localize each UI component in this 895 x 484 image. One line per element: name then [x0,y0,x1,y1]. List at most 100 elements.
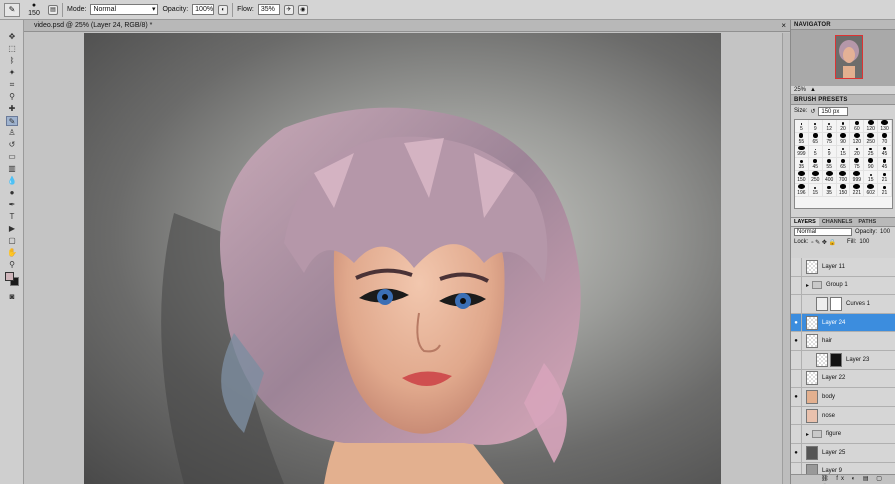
navigator-zoom-bar[interactable]: 25% ▲ [791,86,895,95]
size-pressure-icon[interactable]: ◉ [297,4,308,15]
shape-tool-icon[interactable]: ▢ [6,236,18,246]
brush-preset[interactable]: 45 [808,158,823,172]
brush-preset[interactable]: 400 [822,171,837,184]
brush-preset[interactable]: 90 [836,132,851,146]
navigator-preview[interactable] [791,30,895,86]
brush-preset[interactable]: 150 [795,171,809,184]
opacity-field[interactable]: 100% [192,4,215,15]
quick-select-tool-icon[interactable]: ✦ [6,68,18,78]
marquee-tool-icon[interactable]: ⬚ [6,44,18,54]
layer-row[interactable]: ▸ figure [791,425,895,444]
tab-paths[interactable]: PATHS [855,218,879,226]
brush-preset[interactable]: 999 [795,145,809,159]
layer-row[interactable]: ▸ Group 1 [791,276,895,296]
brush-preset[interactable]: 12 [822,120,837,133]
mode-select[interactable]: Normal ▾ [90,4,159,15]
quick-mask-icon[interactable]: ◙ [6,292,18,302]
brush-preset[interactable]: 75 [850,158,865,172]
canvas[interactable] [84,33,721,484]
tab-channels[interactable]: CHANNELS [819,218,856,226]
brush-preset[interactable]: 196 [795,183,809,197]
fill-value[interactable]: 100 [859,239,869,245]
tab-layers[interactable]: LAYERS [791,218,819,226]
brush-preset[interactable]: 70 [878,132,892,146]
close-icon[interactable]: × [781,20,786,31]
brush-panel-toggle-icon[interactable]: ▤ [48,4,58,15]
brush-preset[interactable]: 150 [836,183,851,197]
foreground-color-swatch[interactable] [5,272,14,281]
flow-field[interactable]: 35% [257,4,280,15]
visibility-toggle[interactable] [791,369,802,388]
brush-preset[interactable]: 9 [822,145,837,159]
brush-preset[interactable]: 55 [795,132,809,146]
brush-preset[interactable]: 250 [864,132,879,146]
visibility-toggle[interactable] [791,425,802,444]
eyedropper-tool-icon[interactable]: ⚲ [6,92,18,102]
chevron-right-icon[interactable]: ▸ [806,431,809,438]
visibility-toggle[interactable] [791,276,802,295]
layer-row[interactable]: Curves 1 [791,294,895,314]
brush-preset[interactable]: 5 [808,145,823,159]
brush-preset[interactable]: 45 [878,145,892,159]
layer-opacity-value[interactable]: 100 [880,229,890,235]
lock-icons[interactable]: ▫ ✎ ✥ 🔒 [811,239,836,246]
layer-row[interactable]: ● hair [791,332,895,351]
brush-preset[interactable]: 120 [850,132,865,146]
dodge-tool-icon[interactable]: ● [6,188,18,198]
brush-preset[interactable]: 35 [822,183,837,197]
brush-preset[interactable]: 20 [836,120,851,133]
brush-preset[interactable]: 5 [795,120,809,133]
brush-preset[interactable]: 35 [795,158,809,172]
hand-tool-icon[interactable]: ✋ [6,248,18,258]
lasso-tool-icon[interactable]: ᛔ [6,56,18,66]
visibility-toggle[interactable] [791,257,802,276]
history-brush-tool-icon[interactable]: ↺ [6,140,18,150]
brush-presets-panel-title[interactable]: BRUSH PRESETS [791,95,895,105]
brush-preset[interactable]: 21 [878,183,892,197]
brush-preset[interactable]: 65 [836,158,851,172]
brush-preset[interactable]: 20 [850,145,865,159]
brush-preset[interactable]: 221 [850,183,865,197]
brush-preset[interactable]: 700 [836,171,851,184]
eye-icon[interactable]: ● [791,313,802,332]
gradient-tool-icon[interactable]: ▥ [6,164,18,174]
eye-icon[interactable]: ● [791,332,802,351]
layer-row[interactable]: ● body [791,387,895,407]
reset-size-icon[interactable]: ↺ [810,108,815,115]
brush-preset[interactable]: 15 [864,171,879,184]
brush-preset[interactable]: 90 [864,158,879,172]
airbrush-icon[interactable]: ✈ [283,4,294,15]
layers-panel-footer[interactable]: ⛓ fx ◐ ▤ ▢ 🗑 [791,474,895,484]
brush-preset[interactable]: 250 [808,171,823,184]
brush-preset[interactable]: 21 [878,171,892,184]
eye-icon[interactable]: ● [791,387,802,406]
brush-preset[interactable]: 65 [808,132,823,146]
chevron-right-icon[interactable]: ▸ [806,282,809,289]
blur-tool-icon[interactable]: 💧 [6,176,18,186]
brush-preset[interactable]: 9 [808,120,823,133]
brush-preset[interactable]: 45 [878,158,892,172]
brush-preset[interactable]: 25 [864,145,879,159]
move-tool-icon[interactable]: ✥ [6,32,18,42]
blend-mode-select[interactable]: Normal [794,228,852,236]
crop-tool-icon[interactable]: ⌗ [6,80,18,90]
brush-preset[interactable]: 120 [864,120,879,133]
brush-preset[interactable]: 15 [836,145,851,159]
layer-row[interactable]: Layer 11 [791,257,895,277]
path-select-tool-icon[interactable]: ▶ [6,224,18,234]
layer-row[interactable]: ● Layer 25 [791,443,895,463]
brush-preset[interactable]: 60 [850,120,865,133]
brush-preset[interactable]: 15 [808,183,823,197]
brush-tool-preset-icon[interactable]: ✎ [4,2,20,17]
pen-tool-icon[interactable]: ✒ [6,200,18,210]
brush-preset[interactable]: 602 [864,183,879,197]
opacity-pressure-icon[interactable]: ◐ [218,4,229,15]
healing-tool-icon[interactable]: ✚ [6,104,18,114]
clone-stamp-tool-icon[interactable]: ♙ [6,128,18,138]
layer-row[interactable]: Layer 22 [791,369,895,389]
eye-icon[interactable]: ● [791,443,802,462]
visibility-toggle[interactable] [791,294,802,313]
layer-row[interactable]: Layer 23 [791,350,895,370]
brush-preset[interactable]: 130 [878,120,892,133]
brush-size-picker[interactable]: ● 150 [24,2,44,18]
